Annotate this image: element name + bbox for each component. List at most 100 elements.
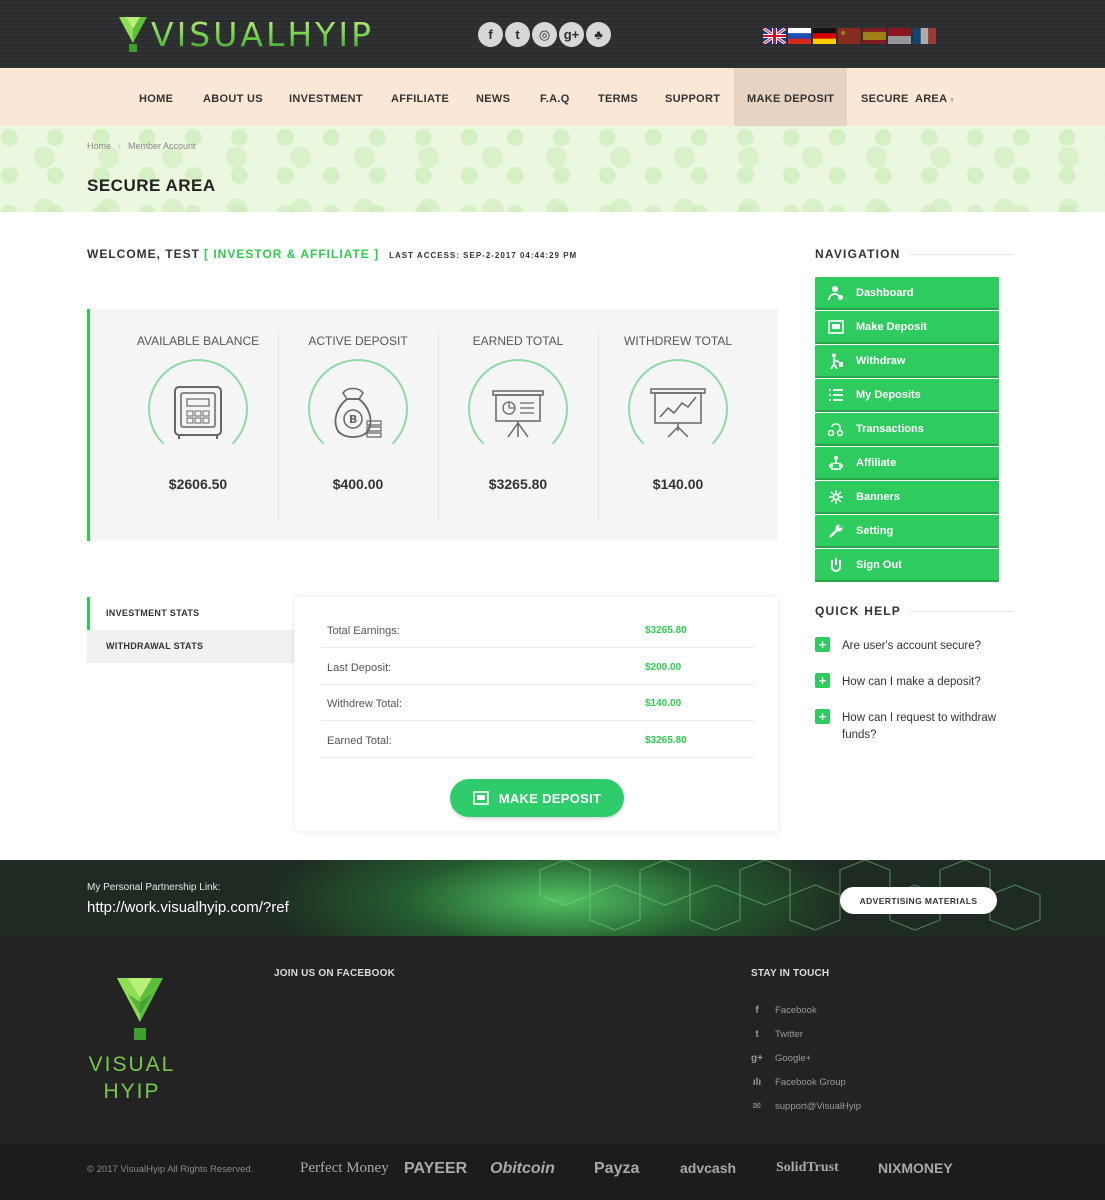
- footer-link-twitter[interactable]: t Twitter: [751, 1022, 861, 1046]
- google-plus-icon[interactable]: g+: [559, 22, 584, 47]
- nav-terms[interactable]: TERMS: [598, 68, 638, 126]
- list-icon: [827, 387, 845, 403]
- deposit-icon: [827, 319, 845, 335]
- footer-link-email[interactable]: ✉ support@VisualHyip: [751, 1094, 861, 1118]
- sidebar-item-affiliate[interactable]: Affiliate: [815, 447, 999, 478]
- stat-active-deposit: ACTIVE DEPOSIT B $400.00: [278, 309, 438, 541]
- investment-stats-panel: Total Earnings: $3265.80 Last Deposit: $…: [295, 597, 778, 831]
- footer-link-label: Facebook: [775, 1004, 817, 1016]
- table-row: Withdrew Total: $140.00: [321, 685, 755, 721]
- page-title: SECURE AREA: [87, 176, 216, 195]
- sidebar-item-label: Dashboard: [856, 286, 914, 299]
- breadcrumb-current: Member Account: [128, 141, 196, 151]
- flag-fr-icon[interactable]: [913, 28, 936, 44]
- payment-perfect-money-logo: Perfect Money: [300, 1160, 389, 1176]
- table-row: Earned Total: $3265.80: [321, 722, 755, 758]
- row-label: Earned Total:: [327, 735, 392, 747]
- sidebar-item-label: Affiliate: [856, 456, 897, 469]
- sidebar-item-dashboard[interactable]: Dashboard: [815, 277, 999, 308]
- quick-help-heading: QUICK HELP: [815, 604, 1015, 618]
- stat-label: EARNED TOTAL: [472, 334, 564, 348]
- nav-affiliate[interactable]: AFFILIATE: [391, 68, 449, 126]
- stat-value: $400.00: [332, 476, 384, 492]
- sidebar-item-label: Withdraw: [856, 354, 906, 367]
- account-stats: AVAILABLE BALANCE $2606.50 ACTIVE DEPOSI…: [87, 309, 778, 541]
- footer-link-facebook-group[interactable]: ılı Facebook Group: [751, 1070, 861, 1094]
- flag-es-icon[interactable]: [863, 28, 886, 44]
- sidebar-item-transactions[interactable]: Transactions: [815, 413, 999, 444]
- quick-help-question: Are user's account secure?: [842, 640, 981, 652]
- welcome-line: WELCOME, TEST [ INVESTOR & AFFILIATE ] LAS…: [87, 247, 577, 261]
- twitter-icon[interactable]: t: [505, 22, 530, 47]
- table-row: Total Earnings: $3265.80: [321, 612, 755, 648]
- breadcrumb-home[interactable]: Home: [87, 141, 111, 151]
- facebook-icon[interactable]: f: [478, 22, 503, 47]
- footer-link-google-plus[interactable]: g+ Google+: [751, 1046, 861, 1070]
- flag-ru-icon[interactable]: [788, 28, 811, 44]
- nav-make-deposit[interactable]: MAKE DEPOSIT: [734, 68, 848, 126]
- bitcoin-bag-icon: B: [334, 387, 382, 438]
- footer-link-facebook[interactable]: f Facebook: [751, 998, 861, 1022]
- svg-text:B: B: [349, 413, 357, 426]
- flag-de-icon[interactable]: [813, 28, 836, 44]
- footer-link-label: Google+: [775, 1052, 812, 1064]
- sidebar-item-sign-out[interactable]: Sign Out: [815, 549, 999, 580]
- group-icon[interactable]: ♣: [586, 22, 611, 47]
- sidebar-item-withdraw[interactable]: Withdraw: [815, 345, 999, 376]
- site-logo[interactable]: VISUALHYIP: [117, 12, 374, 56]
- stat-label: WITHDREW TOTAL: [624, 334, 732, 348]
- tab-withdrawal-stats[interactable]: WITHDRAWAL STATS: [87, 630, 294, 663]
- gem-logo-icon: [117, 978, 163, 1040]
- contact-links: f Facebook t Twitter g+ Google+ ılı Face…: [751, 998, 861, 1118]
- footer-link-label: Twitter: [775, 1028, 803, 1040]
- payment-solidtrust-logo: SolidTrust: [776, 1160, 839, 1175]
- tab-investment-stats[interactable]: INVESTMENT STATS: [87, 597, 294, 630]
- quick-help-question: How can I make a deposit?: [842, 676, 981, 688]
- flag-en-icon[interactable]: [763, 28, 786, 44]
- partnership-link[interactable]: http://work.visualhyip.com/?ref: [87, 899, 289, 916]
- banners-icon: [827, 489, 845, 505]
- advertising-materials-button[interactable]: ADVERTISING MATERIALS: [840, 887, 997, 914]
- row-value: $140.00: [645, 698, 682, 709]
- sidebar-menu: Dashboard Make Deposit Withdraw My Depos…: [815, 277, 999, 583]
- nav-about-us[interactable]: ABOUT US: [203, 68, 263, 126]
- main-nav: HOME ABOUT US INVESTMENT AFFILIATE NEWS …: [0, 68, 1105, 126]
- instagram-icon[interactable]: ◎: [532, 22, 557, 47]
- chevron-down-icon: ▾: [950, 97, 955, 104]
- plus-icon: +: [815, 673, 830, 688]
- sidebar-item-label: Make Deposit: [856, 320, 927, 333]
- footer: VISUAL HYIP JOIN US ON FACEBOOK STAY IN …: [0, 936, 1105, 1144]
- nav-secure-area[interactable]: SECURE AREA ▾: [861, 68, 954, 126]
- table-row: Last Deposit: $200.00: [321, 649, 755, 685]
- sidebar-item-my-deposits[interactable]: My Deposits: [815, 379, 999, 410]
- nav-news[interactable]: NEWS: [476, 68, 510, 126]
- sidebar-item-setting[interactable]: Setting: [815, 515, 999, 546]
- make-deposit-button[interactable]: MAKE DEPOSIT: [450, 779, 624, 817]
- nav-faq[interactable]: F.A.Q: [540, 68, 570, 126]
- facebook-heading: JOIN US ON FACEBOOK: [274, 968, 396, 979]
- sidebar-item-banners[interactable]: Banners: [815, 481, 999, 512]
- stat-value: $2606.50: [168, 476, 228, 492]
- plus-icon: +: [815, 709, 830, 724]
- flag-id-icon[interactable]: [888, 28, 911, 44]
- facebook-square-icon: f: [755, 1004, 759, 1016]
- flag-cn-icon[interactable]: [838, 28, 861, 44]
- nav-support[interactable]: SUPPORT: [665, 68, 720, 126]
- partnership-strip: My Personal Partnership Link: http://wor…: [0, 860, 1105, 936]
- footer-link-label: support@VisualHyip: [775, 1100, 862, 1112]
- row-value: $3265.80: [645, 625, 687, 636]
- transactions-icon: [827, 421, 845, 437]
- partnership-label: My Personal Partnership Link:: [87, 882, 221, 893]
- nav-secure-area-label: SECURE AREA: [861, 93, 947, 105]
- copyright: © 2017 VisualHyip All Rights Reserved.: [87, 1164, 254, 1175]
- withdraw-icon: [827, 353, 845, 369]
- navigation-heading: NAVIGATION: [815, 247, 1013, 261]
- stay-in-touch-heading: STAY IN TOUCH: [751, 968, 830, 979]
- sidebar-item-make-deposit[interactable]: Make Deposit: [815, 311, 999, 342]
- row-value: $200.00: [645, 662, 682, 673]
- nav-home[interactable]: HOME: [139, 68, 173, 126]
- payment-nixmoney-logo: NIXMONEY: [878, 1160, 953, 1176]
- nav-investment[interactable]: INVESTMENT: [289, 68, 363, 126]
- stat-label: ACTIVE DEPOSIT: [308, 334, 408, 348]
- footer-logo[interactable]: VISUAL HYIP: [87, 972, 177, 1103]
